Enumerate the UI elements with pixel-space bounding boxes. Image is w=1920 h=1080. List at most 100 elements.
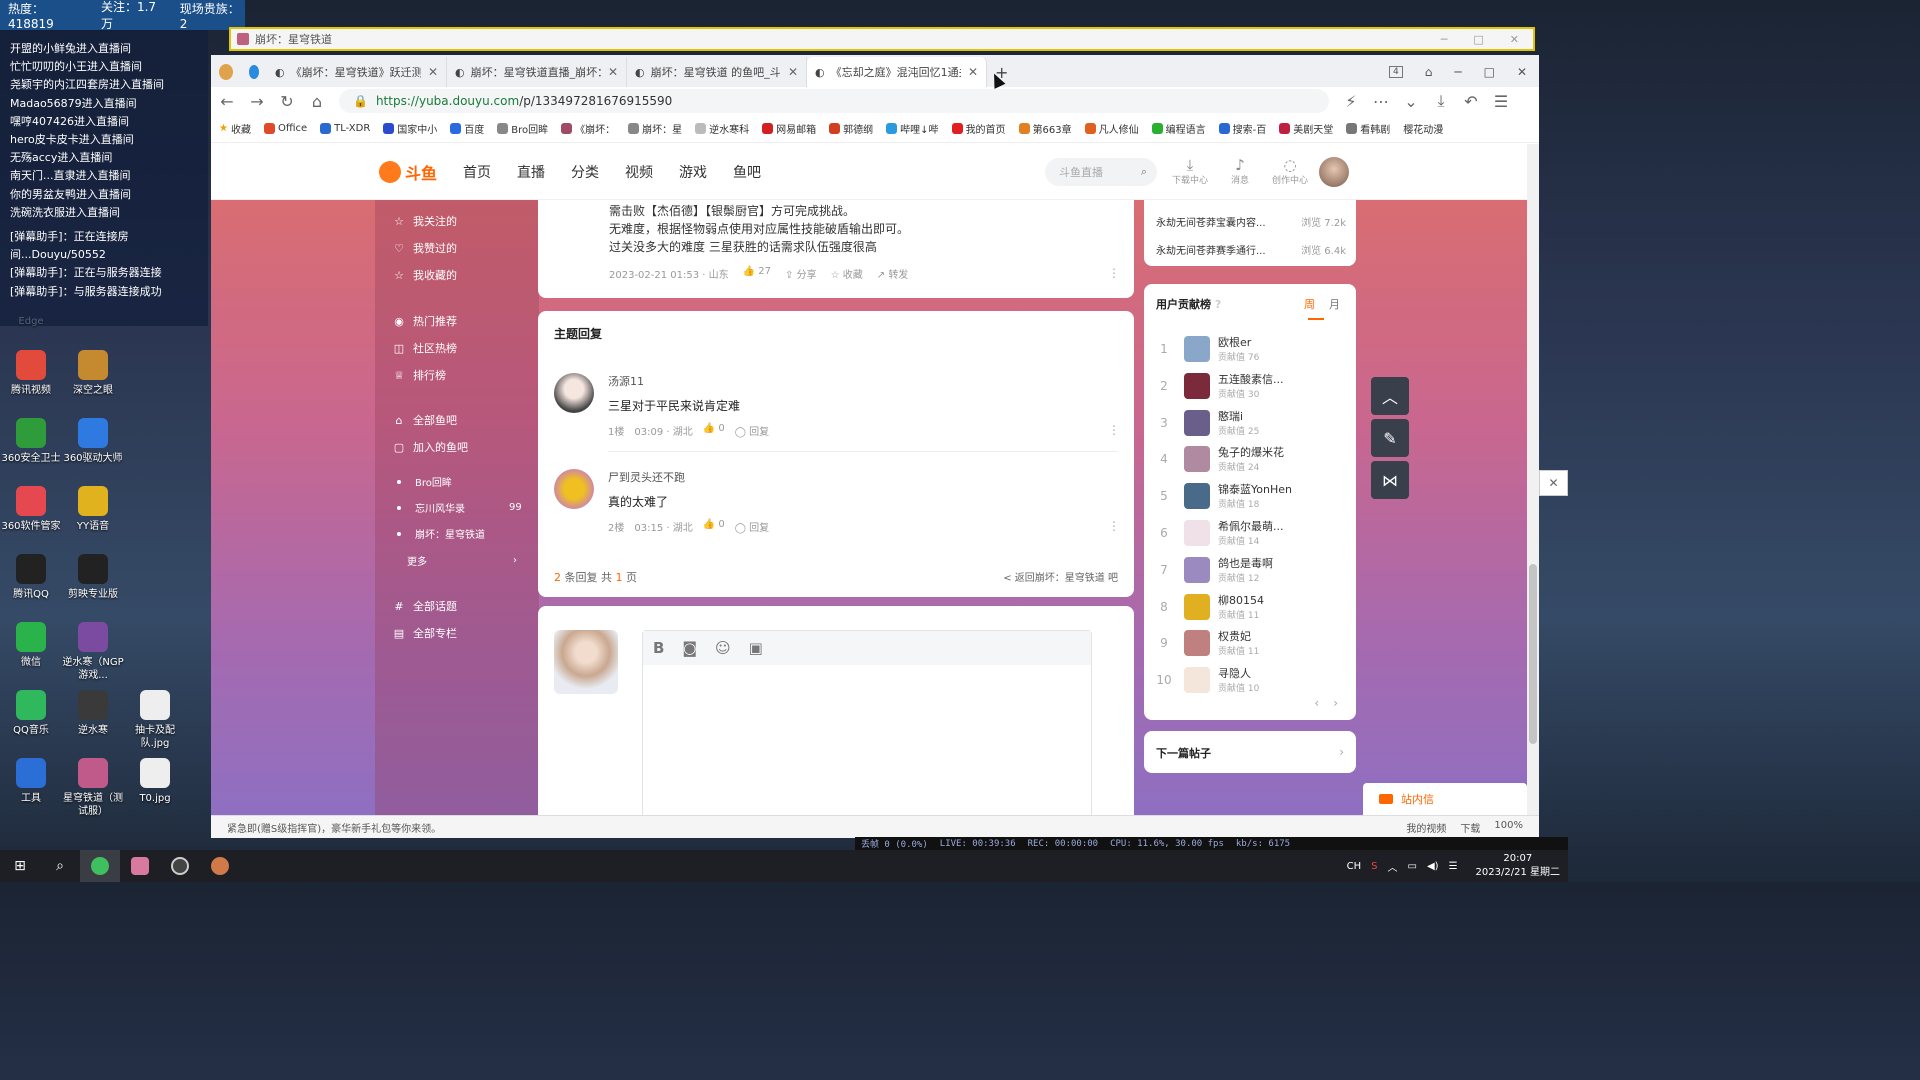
nav-category[interactable]: 分类 xyxy=(571,162,599,182)
user-avatar-icon[interactable] xyxy=(211,57,241,87)
bookmark-item[interactable]: 《崩坏： xyxy=(561,121,615,136)
desktop-icon[interactable]: 逆水寒 xyxy=(62,690,124,737)
rank-user-name[interactable]: 权贵妃 xyxy=(1218,628,1251,644)
bookmark-item[interactable]: 樱花动漫 xyxy=(1403,121,1443,136)
desktop-icon[interactable]: 360软件管家 xyxy=(0,486,62,533)
sidebar-item-hot[interactable]: ◉ 热门推荐 xyxy=(393,313,457,329)
sidebar-sub-item[interactable]: 崩坏：星穹铁道 xyxy=(397,526,485,541)
avatar[interactable] xyxy=(1184,409,1210,436)
sidebar-item-favorites[interactable]: ☆ 我收藏的 xyxy=(393,267,457,283)
bookmark-item[interactable]: 我的首页 xyxy=(951,121,1006,136)
maximize-icon[interactable]: □ xyxy=(1484,65,1495,79)
desktop-icon[interactable]: 深空之眼 xyxy=(62,350,124,397)
sidebar-sub-item[interactable]: 忘川风华录 xyxy=(397,500,465,515)
more-icon[interactable]: ⋮ xyxy=(1108,519,1120,533)
back-icon[interactable]: ← xyxy=(219,92,235,111)
status-tip[interactable]: 紧急即(赠S级指挥官)，豪华新手礼包等你来领。 xyxy=(227,820,441,835)
tab-month[interactable]: 月 xyxy=(1329,296,1340,312)
hot-post-item[interactable]: 永劫无间苍莽宝囊内容... 浏览 7.2k xyxy=(1156,214,1346,229)
bookmark-item[interactable]: 看韩剧 xyxy=(1346,121,1390,136)
ime-indicator[interactable]: CH xyxy=(1347,861,1362,872)
avatar[interactable] xyxy=(554,373,594,413)
menu-icon[interactable]: ☰ xyxy=(1493,92,1509,111)
desktop-icon[interactable]: 腾讯QQ xyxy=(0,554,62,601)
camera-icon[interactable]: ◙ xyxy=(682,639,697,657)
close-icon[interactable]: ✕ xyxy=(1517,65,1527,79)
bookmark-item[interactable]: 搜索-百 xyxy=(1218,121,1266,136)
sidebar-more[interactable]: 更多 › xyxy=(397,553,517,568)
minimize-icon[interactable]: ─ xyxy=(1454,65,1461,79)
ranking-row[interactable]: 5 锦泰蓝YonHen 贡献值 18 xyxy=(1156,481,1346,515)
close-tab-icon[interactable]: ✕ xyxy=(788,65,798,79)
bookmark-item[interactable]: 国家中小 xyxy=(383,121,437,136)
avatar[interactable] xyxy=(1184,593,1210,620)
desktop-icon[interactable]: QQ音乐 xyxy=(0,690,62,737)
lightning-icon[interactable]: ⚡ xyxy=(1343,92,1359,111)
zoom-level[interactable]: 100% xyxy=(1494,820,1523,835)
desktop-icon[interactable]: 工具 xyxy=(0,758,62,805)
avatar[interactable] xyxy=(1184,446,1210,473)
douyu-logo[interactable]: 斗鱼 xyxy=(379,160,437,184)
avatar[interactable] xyxy=(1184,630,1210,657)
ranking-row[interactable]: 9 权贵妃 贡献值 11 xyxy=(1156,628,1346,662)
scroll-top-button[interactable]: ︿ xyxy=(1371,377,1409,415)
rank-user-name[interactable]: 鸽也是毒啊 xyxy=(1218,555,1273,571)
bookmark-item[interactable]: 郭德纲 xyxy=(829,121,873,136)
rank-user-name[interactable]: 柳80154 xyxy=(1218,592,1264,608)
bookmark-item[interactable]: 逆水寒科 xyxy=(695,121,749,136)
rank-user-name[interactable]: 锦泰蓝YonHen xyxy=(1218,481,1292,497)
ranking-row[interactable]: 3 憨瑞i 贡献值 25 xyxy=(1156,408,1346,442)
network-icon[interactable]: ▭ xyxy=(1408,861,1417,872)
chevron-right-icon[interactable]: › xyxy=(1333,696,1338,710)
reply-author[interactable]: 汤源11 xyxy=(608,373,644,389)
search-input[interactable]: 斗鱼直播 ⌕ xyxy=(1045,157,1157,186)
nav-games[interactable]: 游戏 xyxy=(679,162,707,182)
ranking-row[interactable]: 6 希佩尔最萌... 贡献值 14 xyxy=(1156,518,1346,552)
bookmark-item[interactable]: Bro回眸 xyxy=(497,121,548,136)
sidebar-sub-item[interactable]: Bro回眸 xyxy=(397,474,452,489)
download-icon[interactable]: ⤓ xyxy=(1433,91,1449,111)
home-icon[interactable]: ⌂ xyxy=(309,92,325,111)
rank-user-name[interactable]: 五连酸素信... xyxy=(1218,371,1284,387)
telegram-icon[interactable] xyxy=(241,57,267,87)
desktop-icon[interactable]: 星穹铁道（测试服） xyxy=(62,758,124,818)
creator-center-button[interactable]: ◌ 创作中心 xyxy=(1271,157,1309,186)
minimize-icon[interactable]: ─ xyxy=(1441,33,1448,46)
sidebar-item-joined-yuba[interactable]: ▢ 加入的鱼吧 xyxy=(393,439,468,455)
scrollbar[interactable] xyxy=(1527,144,1539,838)
desktop-icon[interactable]: YY语音 xyxy=(62,486,124,533)
bookmark-item[interactable]: TL-XDR xyxy=(320,123,370,134)
sidebar-item-liked[interactable]: ♡ 我赞过的 xyxy=(393,240,457,256)
like-button[interactable]: 👍 0 xyxy=(703,423,725,438)
avatar[interactable] xyxy=(1184,336,1210,362)
bookmark-item[interactable]: 凡人修仙 xyxy=(1084,121,1139,136)
reply-editor[interactable]: B ◙ ☺ ▣ xyxy=(642,630,1092,838)
avatar[interactable] xyxy=(554,469,594,509)
ranking-row[interactable]: 10 寻隐人 贡献值 10 xyxy=(1156,665,1346,699)
forward-icon[interactable]: → xyxy=(249,92,265,111)
sogou-icon[interactable]: S xyxy=(1371,861,1377,872)
sidebar-item-all-yuba[interactable]: ⌂ 全部鱼吧 xyxy=(393,412,458,428)
like-button[interactable]: 👍 27 xyxy=(743,266,771,281)
taskbar-app[interactable] xyxy=(120,850,160,882)
windows-start-icon[interactable]: ⊞ xyxy=(0,850,40,882)
url-field[interactable]: 🔒 https://yuba.douyu.com/p/1334972816769… xyxy=(339,89,1329,113)
sidebar-item-following[interactable]: ☆ 我关注的 xyxy=(393,213,457,229)
next-post-card[interactable]: 下一篇帖子 › xyxy=(1144,731,1356,773)
bookmark-item[interactable]: 哔哩↓哔 xyxy=(886,121,939,136)
bookmark-item[interactable]: 百度 xyxy=(450,121,484,136)
ranking-row[interactable]: 8 柳80154 贡献值 11 xyxy=(1156,592,1346,626)
sidebar-item-leaderboard[interactable]: ♕ 排行榜 xyxy=(393,367,446,383)
taskbar-app[interactable] xyxy=(200,850,240,882)
stream-window-titlebar[interactable]: 崩坏：星穹铁道 ─ □ ✕ xyxy=(229,27,1535,51)
reload-icon[interactable]: ↻ xyxy=(279,92,295,111)
avatar[interactable] xyxy=(1319,156,1349,187)
reply-button[interactable]: ◯ 回复 xyxy=(735,423,769,438)
desktop-icon[interactable]: T0.jpg xyxy=(124,758,186,805)
nav-video[interactable]: 视频 xyxy=(625,162,653,182)
reply-author[interactable]: 尸到灵头还不跑 xyxy=(608,469,685,485)
ranking-row[interactable]: 1 欧根er 贡献值 76 xyxy=(1156,334,1346,368)
emoji-icon[interactable]: ☺ xyxy=(715,639,731,657)
taskbar-app[interactable] xyxy=(80,850,120,882)
download-button[interactable]: 下载 xyxy=(1460,820,1480,835)
